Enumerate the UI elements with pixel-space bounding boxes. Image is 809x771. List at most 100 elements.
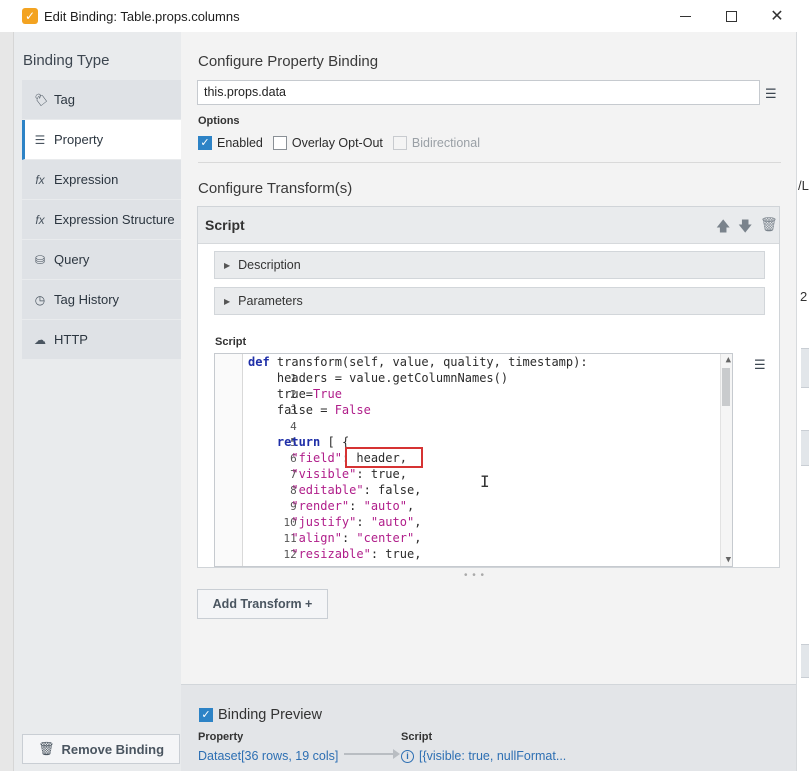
code-line: 4 false = False [248,403,371,433]
maximize-icon [725,10,737,22]
code-text: def transform(self, value, quality, time… [248,355,588,369]
highlight-annotation-box [345,447,423,468]
code-text: "editable": false, [291,483,422,497]
sidebar-item-http[interactable]: ☁ HTTP [22,320,181,360]
property-path-input[interactable]: this.props.data [197,80,760,105]
arrow-right-icon [344,749,400,759]
preview-property-value[interactable]: Dataset[36 rows, 19 cols] [198,749,338,763]
code-text: "resizable": true, [291,547,422,561]
sidebar-item-expression-structure[interactable]: fx Expression Structure [22,200,181,240]
resize-grip-icon[interactable]: • • • [464,570,485,581]
sidebar-item-label: Property [54,132,104,147]
tag-icon: 🏷 [32,92,48,107]
background-text: /L [798,178,809,193]
background-window-edge: /L 2 [796,32,809,771]
property-browser-icon[interactable]: ☰ [765,86,777,102]
sidebar-item-label: Expression [54,172,119,187]
preview-script-label: Script [401,731,433,743]
code-text: "render": "auto", [291,499,415,513]
close-button[interactable]: ✕ [754,0,800,32]
remove-binding-label: Remove Binding [61,741,165,757]
code-text: return [ { [276,435,350,449]
bidirectional-option: Bidirectional [392,136,480,150]
trash-icon: 🗑 [37,741,55,756]
remove-binding-button[interactable]: 🗑 Remove Binding [22,734,180,764]
fx-icon: fx [35,212,45,227]
script-label: Script [215,336,247,348]
enabled-checkbox[interactable]: ✓ [198,136,212,150]
code-line: 9 "editable": false, [215,482,732,513]
binding-config-panel: Configure Property Binding this.props.da… [181,32,796,684]
title-bar: ✓ Edit Binding: Table.props.columns ✕ [0,0,809,32]
preview-property-label: Property [198,731,244,743]
code-line: 2 headers = value.getColumnNames() [248,371,509,401]
sidebar-item-query[interactable]: ⛁ Query [22,240,181,280]
overlay-label: Overlay Opt-Out [291,136,383,150]
sidebar-item-tag[interactable]: 🏷 Tag [22,80,181,120]
maximize-button[interactable] [708,0,754,32]
binding-preview-panel: ✓ Binding Preview Property Dataset[36 ro… [181,684,796,771]
description-section[interactable]: ▶ Description [214,251,765,279]
description-label: Description [238,258,301,272]
cloud-icon: ☁ [34,332,46,347]
background-text: 2 [800,289,808,304]
binding-preview-title: Binding Preview [218,707,322,723]
binding-preview-checkbox[interactable]: ✓ [199,708,213,722]
code-line: 1 def transform(self, value, quality, tim… [248,355,588,385]
enabled-option[interactable]: ✓ Enabled [198,136,263,150]
bidirectional-label: Bidirectional [411,136,480,150]
code-text: false = False [248,403,371,417]
code-text: "align": "center", [291,531,422,545]
sidebar-item-property[interactable]: ☰ Property [22,120,181,160]
scroll-down-icon[interactable]: ▼ [726,555,731,565]
code-scrollbar[interactable]: ▲ ▼ [720,354,732,566]
sidebar-item-expression[interactable]: fx Expression [22,160,181,200]
expand-editor-icon[interactable]: ☰ [754,357,766,373]
scrollbar-thumb[interactable] [722,368,730,406]
parameters-section[interactable]: ▶ Parameters [214,287,765,315]
code-line: 6 return [ { [215,434,732,465]
script-code-editor[interactable]: 1 def transform(self, value, quality, tim… [214,353,733,567]
outer-panel-edge [0,32,14,771]
binding-preview-toggle[interactable]: ✓ Binding Preview [199,707,322,723]
sidebar-item-label: Expression Structure [54,212,175,227]
transform-card-header: Script 🡅 🡇 🗑 [198,207,779,244]
code-text: true=True [248,387,342,401]
code-line: 11 "justify": "auto", [215,514,732,545]
configure-transforms-heading: Configure Transform(s) [198,180,353,197]
script-transform-card: Script 🡅 🡇 🗑 ▶ Description ▶ Parameters … [197,206,780,568]
sidebar-item-label: Tag History [54,292,120,307]
parameters-label: Parameters [238,294,303,308]
sidebar-item-tag-history[interactable]: ◷ Tag History [22,280,181,320]
clock-icon: ◷ [34,292,46,307]
code-line: 7 "field": header, [215,450,732,481]
options-label: Options [198,115,240,127]
chevron-right-icon: ▶ [224,260,231,270]
code-line: 13 "resizable": true, [215,546,732,566]
minimize-button[interactable] [662,0,708,32]
code-text: "visible": true, [291,467,407,481]
code-line: 10 "render": "auto", [215,498,732,529]
code-text: headers = value.getColumnNames() [248,371,509,385]
fx-icon: fx [35,172,45,187]
section-divider [198,162,781,163]
property-icon: ☰ [34,132,46,147]
delete-transform-icon[interactable]: 🗑 [760,216,778,233]
sidebar-item-label: Query [54,252,90,267]
info-icon: i [401,749,414,763]
preview-script-result[interactable]: i [{visible: true, nullFormat... [401,749,566,763]
window-title: Edit Binding: Table.props.columns [44,9,240,24]
overlay-checkbox[interactable] [272,136,287,150]
add-transform-button[interactable]: Add Transform + [197,589,328,619]
code-line: 8 "visible": true, [215,466,732,497]
scroll-up-icon[interactable]: ▲ [726,355,731,365]
code-line: 5 [290,436,297,449]
move-up-icon[interactable]: 🡅 [716,216,730,240]
background-panel [801,430,809,466]
background-panel [801,644,809,678]
options-row: ✓ Enabled Overlay Opt-Out Bidirectional [198,136,490,150]
transform-card-title: Script [205,217,245,233]
overlay-option[interactable]: Overlay Opt-Out [272,136,383,150]
code-text: "justify": "auto", [291,515,422,529]
move-down-icon[interactable]: 🡇 [738,216,752,240]
